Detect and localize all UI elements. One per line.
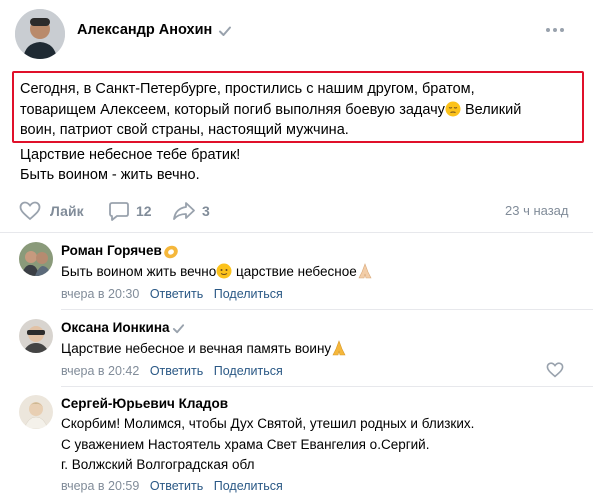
post-text-line-4: Царствие небесное тебе братик!	[20, 146, 241, 163]
comment-text-line: С уважением Настоятель храма Свет Еванге…	[61, 436, 430, 452]
post-text-line-3: воин, патриот свой страны, настоящий муж…	[20, 122, 349, 138]
comment-meta: вчера в 20:42 Ответить Поделиться	[61, 364, 283, 378]
avatar-photo	[15, 9, 65, 59]
comment-meta: вчера в 20:59 Ответить Поделиться	[61, 479, 283, 493]
share-comment-button[interactable]: Поделиться	[214, 479, 283, 493]
share-arrow-icon	[173, 202, 195, 220]
post-author-name[interactable]: Александр Анохин	[77, 22, 212, 38]
post-author-avatar[interactable]	[15, 9, 65, 59]
comment-time[interactable]: вчера в 20:42	[61, 364, 139, 378]
comment-avatar[interactable]	[19, 395, 53, 429]
comment-author[interactable]: Оксана Ионкина	[61, 320, 170, 335]
comment-text: Скорбим! Молимся, чтобы Дух Святой, утеш…	[61, 414, 474, 476]
verified-check-icon	[219, 26, 231, 36]
avatar-photo	[19, 319, 53, 353]
divider	[61, 309, 593, 310]
comment-author[interactable]: Сергей-Юрьевич Кладов	[61, 396, 228, 411]
heart-icon	[19, 201, 41, 221]
share-comment-button[interactable]: Поделиться	[214, 364, 283, 378]
comment-avatar[interactable]	[19, 319, 53, 353]
avatar-photo	[19, 242, 53, 276]
comment-text-line: Скорбим! Молимся, чтобы Дух Святой, утеш…	[61, 416, 475, 431]
post-text: Сегодня, в Санкт-Петербурге, простились …	[20, 79, 580, 186]
donut-badge-icon	[164, 245, 178, 259]
comment-meta: вчера в 20:30 Ответить Поделиться	[61, 287, 283, 301]
reply-button[interactable]: Ответить	[150, 479, 203, 493]
share-button[interactable]: 3	[172, 200, 210, 222]
comment-like-button[interactable]	[546, 362, 564, 383]
post-text-line-1: Сегодня, в Санкт-Петербурге, простились …	[20, 81, 475, 97]
comment-text: Царствие небесное и вечная память воину	[61, 339, 347, 360]
post-text-line-5: Быть воином - жить вечно.	[20, 167, 200, 183]
verified-check-icon	[172, 324, 185, 334]
face-emoji-icon	[216, 263, 232, 279]
comment-text-line: г. Волжский Волгоградская обл	[61, 457, 255, 472]
post-time[interactable]: 23 ч назад	[505, 203, 569, 218]
divider	[0, 232, 593, 233]
comment-avatar[interactable]	[19, 242, 53, 276]
share-comment-button[interactable]: Поделиться	[214, 287, 283, 301]
like-label: Лайк	[50, 203, 84, 219]
comment-text: Быть воином жить вечно царствие небесное	[61, 262, 373, 283]
post-more-icon[interactable]	[544, 22, 566, 38]
heart-icon	[546, 362, 564, 378]
like-button[interactable]: Лайк	[19, 200, 84, 222]
comment-time[interactable]: вчера в 20:30	[61, 287, 139, 301]
pensive-face-emoji-icon	[445, 101, 461, 116]
comment-author[interactable]: Роман Горячев	[61, 243, 162, 258]
comments-count: 12	[136, 203, 152, 219]
comments-button[interactable]: 12	[108, 200, 152, 222]
comment-bubble-icon	[109, 202, 129, 221]
shares-count: 3	[202, 203, 210, 219]
reply-button[interactable]: Ответить	[150, 287, 203, 301]
praying-hands-emoji-icon	[358, 263, 372, 279]
avatar-photo	[19, 395, 53, 429]
praying-hands-emoji-icon	[332, 340, 346, 356]
post-text-line-2: товарищем Алексеем, который погиб выполн…	[20, 101, 522, 118]
reply-button[interactable]: Ответить	[150, 364, 203, 378]
divider	[61, 386, 593, 387]
dots-horizontal-icon	[546, 28, 564, 32]
comment-time[interactable]: вчера в 20:59	[61, 479, 139, 493]
